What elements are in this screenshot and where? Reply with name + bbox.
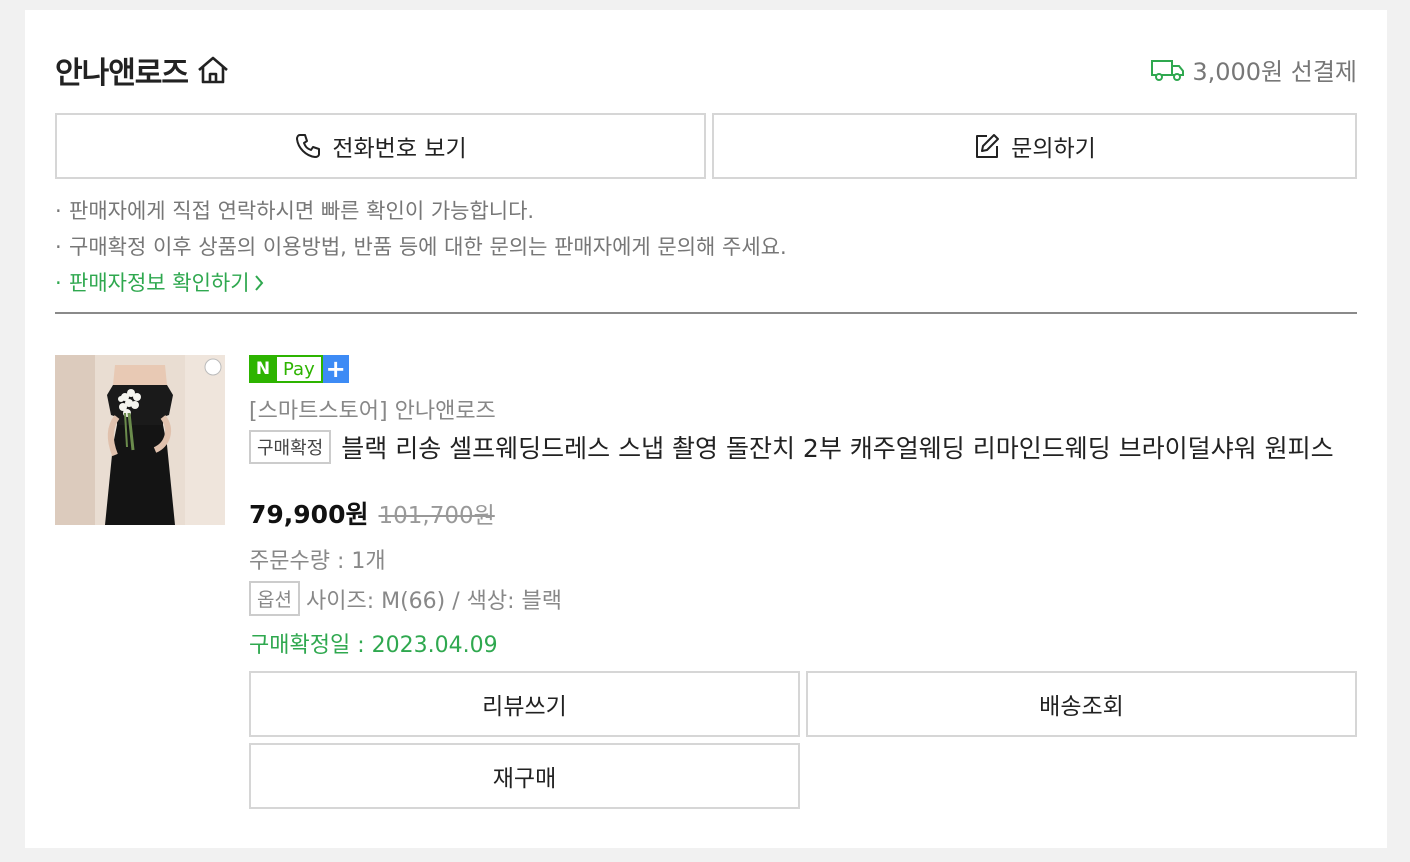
price-row: 79,900원 101,700원 [249,495,495,531]
rebuy-button-label: 재구매 [492,766,557,792]
inquiry-button[interactable]: 문의하기 [712,113,1357,179]
order-card: 안나앤로즈 3,000원 선결제 전화번호 보기 문의하기 · 판매자에게 직접… [25,10,1387,848]
phone-button-label: 전화번호 보기 [332,136,467,162]
order-quantity: 주문수량 : 1개 [249,549,386,574]
status-badge: 구매확정 [249,430,332,464]
product-store: [스마트스토어] 안나앤로즈 [249,399,496,424]
npay-label: Pay [277,355,323,383]
option-badge: 옵션 [249,581,300,616]
store-name: 안나앤로즈 [55,56,189,91]
notice-item: · 판매자에게 직접 연락하시면 빠른 확인이 가능합니다. [55,199,535,223]
shipping-text: 3,000원 선결제 [1192,58,1357,86]
notice-item: · 구매확정 이후 상품의 이용방법, 반품 등에 대한 문의는 판매자에게 문의… [55,235,787,259]
notice-list: · 판매자에게 직접 연락하시면 빠른 확인이 가능합니다. · 구매확정 이후 상… [55,198,787,306]
store-name-link[interactable]: 안나앤로즈 [55,48,230,92]
product-title[interactable]: 블랙 리송 셀프웨딩드레스 스냅 촬영 돌잔치 2부 캐주얼웨딩 리마인드웨딩 … [341,429,1333,465]
truck-icon [1150,58,1186,82]
edit-icon [973,132,1001,160]
chevron-right-icon [254,274,264,292]
product-title-row[interactable]: 구매확정 블랙 리송 셀프웨딩드레스 스냅 촬영 돌잔치 2부 캐주얼웨딩 리마… [249,429,1357,465]
inquiry-button-label: 문의하기 [1011,136,1096,162]
option-text: 사이즈: M(66) / 색상: 블랙 [305,588,562,614]
naver-n-icon: N [249,355,277,383]
shipping-fee: 3,000원 선결제 [1150,52,1357,87]
rebuy-button[interactable]: 재구매 [249,743,800,809]
seller-info-link[interactable]: · 판매자정보 확인하기 [55,270,787,306]
confirm-date: 구매확정일 : 2023.04.09 [249,633,498,658]
tracking-button[interactable]: 배송조회 [806,671,1357,737]
review-button[interactable]: 리뷰쓰기 [249,671,800,737]
original-price: 101,700원 [378,503,495,529]
phone-icon [294,132,322,160]
phone-button[interactable]: 전화번호 보기 [55,113,706,179]
sale-price: 79,900원 [249,500,369,529]
plus-icon: + [322,355,349,383]
home-icon[interactable] [196,55,230,85]
product-thumbnail[interactable] [55,355,225,525]
store-header: 안나앤로즈 3,000원 선결제 [55,48,1357,91]
npay-plus-badge: N Pay + [249,355,349,383]
section-divider [55,312,1357,314]
review-button-label: 리뷰쓰기 [482,694,567,720]
option-row: 옵션 사이즈: M(66) / 색상: 블랙 [249,581,562,616]
tracking-button-label: 배송조회 [1039,694,1124,720]
